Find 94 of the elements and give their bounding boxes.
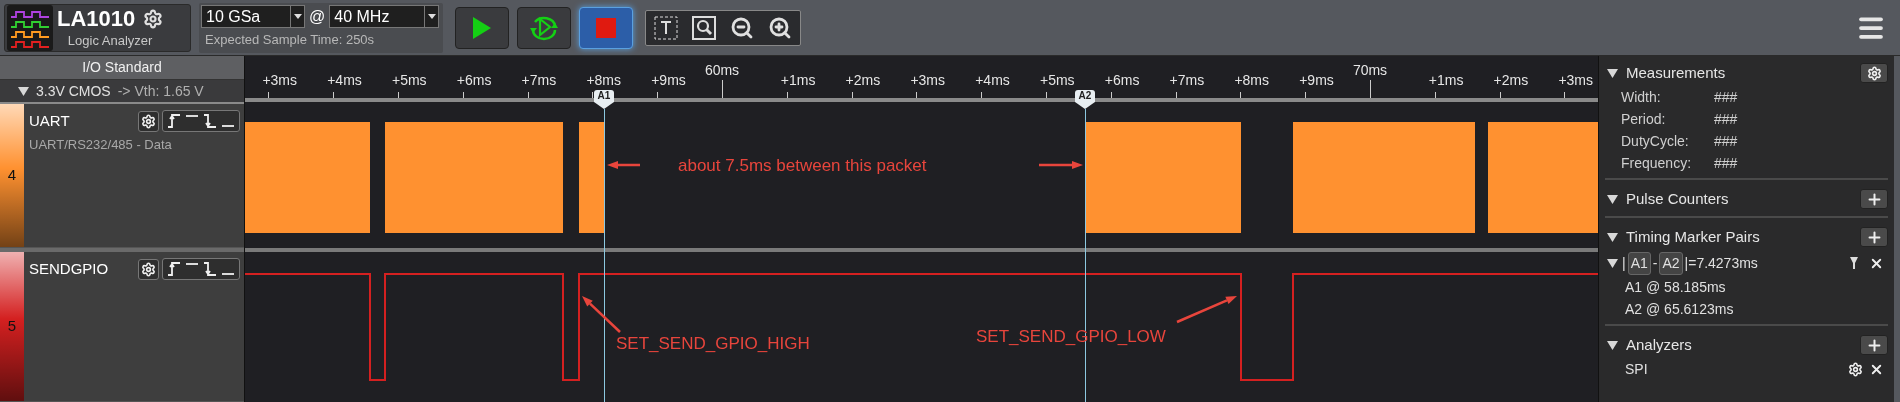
- channel-name: SENDGPIO: [29, 259, 110, 279]
- delimiter-text: |: [1622, 253, 1626, 273]
- caret-icon[interactable]: [1607, 339, 1618, 351]
- ruler-label: +5ms: [392, 73, 427, 88]
- annotation-text: SET_SEND_GPIO_HIGH: [616, 334, 810, 354]
- play-icon: [472, 15, 492, 40]
- ruler-label: +3ms: [1558, 73, 1593, 88]
- io-standard-title: I/O Standard: [82, 58, 162, 77]
- text-tool-icon[interactable]: [654, 15, 678, 40]
- io-standard-value[interactable]: 3.3V CMOS: [36, 80, 111, 102]
- marker-tag: A2: [1659, 251, 1683, 275]
- settings-icon[interactable]: [1848, 361, 1863, 377]
- loop-start-button[interactable]: [517, 6, 571, 49]
- caret-icon[interactable]: [1607, 193, 1618, 205]
- marker-time: A2 @ 65.6123ms: [1624, 300, 1735, 319]
- section-title: Measurements: [1626, 62, 1727, 83]
- device-name: LA1010: [57, 5, 136, 32]
- stop-icon: [596, 17, 616, 38]
- dropdown-arrow-icon: [424, 6, 439, 27]
- annotation-arrow: [607, 161, 640, 169]
- measurement-value: ###: [1714, 153, 1738, 173]
- rising-edge-icon[interactable]: [167, 262, 181, 277]
- ruler-label: +1ms: [780, 73, 816, 88]
- at-sign: @: [309, 6, 326, 27]
- annotation-arrow: [1176, 296, 1237, 324]
- falling-edge-icon[interactable]: [203, 114, 217, 129]
- marker-time: A1 @ 58.185ms: [1624, 278, 1727, 297]
- section-title: Pulse Counters: [1626, 188, 1730, 209]
- channel-number: 4: [7, 165, 17, 186]
- annotation-arrow: [582, 296, 621, 333]
- ruler-label: 60ms: [704, 62, 740, 78]
- frequency-select[interactable]: 40 MHz: [329, 5, 440, 28]
- gear-icon: [141, 261, 156, 277]
- ruler-label: +3ms: [910, 73, 945, 88]
- ruler-label: +2ms: [845, 73, 881, 88]
- add-button[interactable]: [1860, 227, 1888, 247]
- start-button[interactable]: [455, 6, 509, 49]
- channel-number: 5: [7, 316, 17, 337]
- annotation-arrow: [1039, 161, 1083, 169]
- zoom-in-icon[interactable]: [768, 15, 792, 40]
- measurement-label: Width:: [1621, 87, 1662, 107]
- ruler-label: +2ms: [1493, 73, 1529, 88]
- zoom-out-icon[interactable]: [730, 15, 754, 40]
- zoom-fit-icon[interactable]: [692, 15, 716, 40]
- measurement-value: ###: [1714, 131, 1738, 151]
- ruler-label: +3ms: [262, 73, 297, 88]
- waveform-logo-icon: [7, 4, 53, 51]
- measurement-value: ###: [1714, 109, 1738, 129]
- rising-edge-icon[interactable]: [167, 114, 181, 129]
- pair-separator: -: [1652, 253, 1658, 273]
- ruler-label: +1ms: [1428, 73, 1464, 88]
- ruler-label: +4ms: [975, 73, 1010, 88]
- ruler-label: +6ms: [456, 73, 492, 88]
- sample-rate-select[interactable]: 10 GSa: [201, 5, 305, 28]
- settings-icon[interactable]: [143, 8, 164, 29]
- pin-icon[interactable]: [1849, 256, 1859, 270]
- marker-tag: A1: [1627, 251, 1651, 275]
- gear-icon: [1866, 65, 1882, 81]
- ruler-label: +5ms: [1040, 73, 1075, 88]
- section-title: Analyzers: [1626, 334, 1693, 355]
- caret-icon[interactable]: [18, 85, 29, 97]
- dropdown-arrow-icon: [290, 6, 304, 27]
- settings-button[interactable]: [1860, 63, 1888, 83]
- channel-settings-button[interactable]: [138, 258, 159, 280]
- caret-icon[interactable]: [1607, 67, 1618, 79]
- ruler-label: +7ms: [521, 73, 557, 88]
- annotation-text: about 7.5ms between this packet: [678, 156, 927, 176]
- expected-sample-time: Expected Sample Time: 250s: [204, 30, 376, 49]
- falling-edge-icon[interactable]: [203, 262, 217, 277]
- ruler-label: +7ms: [1169, 73, 1205, 88]
- channel-name: UART: [29, 111, 71, 131]
- ruler-label: 70ms: [1352, 62, 1388, 78]
- add-button[interactable]: [1860, 189, 1888, 209]
- add-button[interactable]: [1860, 335, 1888, 355]
- pair-result: |=7.4273ms: [1684, 253, 1759, 273]
- caret-icon[interactable]: [1607, 231, 1618, 243]
- measurement-label: DutyCycle:: [1621, 131, 1690, 151]
- ruler-label: +9ms: [1299, 73, 1334, 88]
- ruler-label: +6ms: [1104, 73, 1140, 88]
- section-title: Timing Marker Pairs: [1626, 226, 1761, 247]
- threshold-label: -> Vth: 1.65 V: [117, 81, 204, 101]
- caret-icon[interactable]: [1607, 257, 1618, 269]
- device-subtitle: Logic Analyzer: [67, 31, 153, 50]
- channel-analyzer-label: UART/RS232/485 - Data: [29, 135, 173, 154]
- gear-icon: [141, 113, 156, 129]
- analyzer-name[interactable]: SPI: [1625, 358, 1848, 380]
- ruler-label: +9ms: [651, 73, 686, 88]
- channel-settings-button[interactable]: [138, 110, 159, 132]
- ruler-label: +8ms: [1234, 73, 1269, 88]
- ruler-label: +8ms: [586, 73, 621, 88]
- measurement-value: ###: [1714, 87, 1738, 107]
- measurement-label: Frequency:: [1621, 153, 1693, 173]
- ruler-label: +4ms: [327, 73, 362, 88]
- measurement-label: Period:: [1621, 109, 1667, 129]
